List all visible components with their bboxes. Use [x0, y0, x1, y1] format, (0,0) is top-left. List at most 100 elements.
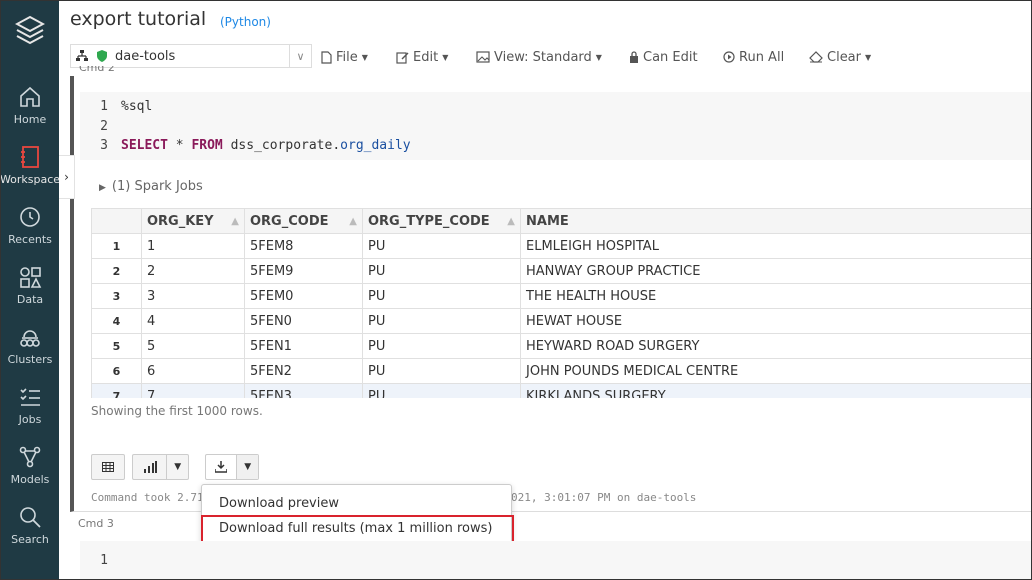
- sidebar-item-data[interactable]: Data: [1, 263, 59, 319]
- table-cell: 5FEM0: [244, 283, 363, 309]
- table-cell: 4: [141, 308, 245, 334]
- table-cell: 2: [141, 258, 245, 284]
- table-cell: 6: [141, 358, 245, 384]
- table-cell: 5FEN0: [244, 308, 363, 334]
- sidebar-item-models[interactable]: Models: [1, 443, 59, 499]
- sql-table: org_daily: [340, 138, 411, 153]
- results-table[interactable]: ORG_KEY ▲ ORG_CODE ▲ ORG_TYPE_CODE ▲ NAME 1…: [91, 208, 1031, 398]
- code-line-1: %sql: [121, 99, 153, 114]
- column-name: ORG_TYPE_CODE: [368, 213, 490, 229]
- table-cell: 5FEN3: [244, 383, 363, 398]
- clusters-icon: [20, 330, 40, 347]
- file-menu-label: File: [336, 49, 358, 65]
- table-cell: 5FEN1: [244, 333, 363, 359]
- table-view-button[interactable]: [91, 454, 125, 480]
- sidebar: Home Workspace Recents Data Clusters Job…: [0, 1, 61, 579]
- table-header[interactable]: ORG_TYPE_CODE ▲: [362, 208, 521, 234]
- permissions-button[interactable]: Can Edit: [629, 48, 698, 66]
- table-cell: PU: [362, 308, 521, 334]
- table-cell: 1: [141, 233, 245, 259]
- rows-notice: Showing the first 1000 rows.: [91, 404, 263, 418]
- sql-keyword: SELECT: [121, 138, 168, 153]
- row-index: 6: [91, 358, 142, 384]
- sidebar-item-recents[interactable]: Recents: [1, 203, 59, 259]
- cluster-name: dae-tools: [115, 48, 176, 64]
- table-cell: PU: [362, 358, 521, 384]
- sort-icon[interactable]: ▲: [231, 216, 239, 227]
- sidebar-item-label: Workspace: [0, 173, 61, 186]
- cmd-2-label: Cmd 2: [79, 66, 115, 74]
- edit-menu-button[interactable]: Edit ▼: [396, 48, 448, 66]
- table-cell: 5FEN2: [244, 358, 363, 384]
- table-cell: KIRKLANDS SURGERY: [520, 383, 1031, 398]
- table-header[interactable]: ORG_KEY ▲: [141, 208, 245, 234]
- download-preview-option[interactable]: Download preview: [202, 491, 511, 515]
- table-cell: ELMLEIGH HOSPITAL: [520, 233, 1031, 259]
- clear-menu-label: Clear: [827, 49, 861, 65]
- sidebar-item-label: Models: [10, 473, 50, 486]
- table-cell: PU: [362, 383, 521, 398]
- table-cell: THE HEALTH HOUSE: [520, 283, 1031, 309]
- caret-right-icon: ▶: [99, 183, 106, 193]
- download-icon[interactable]: [206, 455, 236, 479]
- sidebar-item-workspace[interactable]: Workspace: [0, 143, 61, 199]
- table-row[interactable]: 3 3 5FEM0 PU THE HEALTH HOUSE: [91, 283, 1031, 309]
- table-row[interactable]: 6 6 5FEN2 PU JOHN POUNDS MEDICAL CENTRE: [91, 358, 1031, 384]
- caret-down-icon[interactable]: ▼: [166, 455, 188, 479]
- play-circle-icon: [723, 51, 735, 63]
- sidebar-item-search[interactable]: Search: [1, 503, 59, 559]
- edit-menu-label: Edit: [413, 49, 439, 65]
- view-menu-button[interactable]: View: Standard ▼: [476, 48, 602, 66]
- caret-down-icon: ▼: [595, 52, 602, 62]
- file-icon: [321, 50, 332, 64]
- table-cell: PU: [362, 233, 521, 259]
- bar-chart-icon[interactable]: [133, 455, 166, 479]
- table-cell: PU: [362, 333, 521, 359]
- spark-jobs-toggle[interactable]: ▶ (1) Spark Jobs: [99, 179, 203, 194]
- table-row[interactable]: 2 2 5FEM9 PU HANWAY GROUP PRACTICE: [91, 258, 1031, 284]
- row-index: 7: [91, 383, 142, 398]
- table-header[interactable]: NAME: [520, 208, 1031, 234]
- code-editor-cell-3[interactable]: 1: [80, 541, 1031, 579]
- sidebar-item-home[interactable]: Home: [1, 83, 59, 139]
- data-icon: [20, 267, 42, 288]
- line-number: 3: [100, 138, 108, 153]
- file-menu-button[interactable]: File ▼: [321, 48, 368, 66]
- column-name: ORG_CODE: [250, 213, 329, 229]
- table-cell: PU: [362, 258, 521, 284]
- table-cell: 5FEM8: [244, 233, 363, 259]
- clear-menu-button[interactable]: Clear ▼: [809, 48, 871, 66]
- databricks-logo-icon[interactable]: [1, 15, 59, 55]
- sidebar-item-jobs[interactable]: Jobs: [1, 383, 59, 439]
- table-row[interactable]: 4 4 5FEN0 PU HEWAT HOUSE: [91, 308, 1031, 334]
- sort-icon[interactable]: ▲: [507, 216, 515, 227]
- jobs-icon: [20, 388, 40, 406]
- cluster-selector[interactable]: dae-tools ∨: [70, 44, 312, 68]
- collapse-sidebar-chevron-icon[interactable]: ›: [59, 155, 75, 199]
- image-icon: [476, 51, 490, 63]
- chevron-down-icon[interactable]: ∨: [289, 45, 311, 67]
- sidebar-item-label: Search: [11, 533, 49, 546]
- sidebar-item-clusters[interactable]: Clusters: [1, 323, 59, 379]
- line-number: 1: [100, 99, 108, 114]
- notebook-language[interactable]: (Python): [220, 15, 271, 29]
- eraser-icon: [809, 51, 823, 63]
- clock-icon: [20, 207, 40, 227]
- sidebar-item-label: Data: [16, 293, 44, 306]
- table-row[interactable]: 7 7 5FEN3 PU KIRKLANDS SURGERY: [91, 383, 1031, 398]
- table-header[interactable]: ORG_CODE ▲: [244, 208, 363, 234]
- table-row[interactable]: 1 1 5FEM8 PU ELMLEIGH HOSPITAL: [91, 233, 1031, 259]
- workspace-icon: [21, 146, 39, 168]
- notebook-title[interactable]: export tutorial: [70, 8, 206, 30]
- table-cell: JOHN POUNDS MEDICAL CENTRE: [520, 358, 1031, 384]
- download-button[interactable]: ▼: [205, 454, 259, 480]
- run-all-button[interactable]: Run All: [723, 48, 784, 66]
- sort-icon[interactable]: ▲: [349, 216, 357, 227]
- table-cell: 3: [141, 283, 245, 309]
- table-cell: HEWAT HOUSE: [520, 308, 1031, 334]
- table-row[interactable]: 5 5 5FEN1 PU HEYWARD ROAD SURGERY: [91, 333, 1031, 359]
- caret-down-icon[interactable]: ▼: [236, 455, 258, 479]
- chart-view-button[interactable]: ▼: [132, 454, 189, 480]
- table-cell: PU: [362, 283, 521, 309]
- code-editor[interactable]: 1 %sql 2 3 SELECT * FROM dss_corporate.o…: [80, 92, 1031, 160]
